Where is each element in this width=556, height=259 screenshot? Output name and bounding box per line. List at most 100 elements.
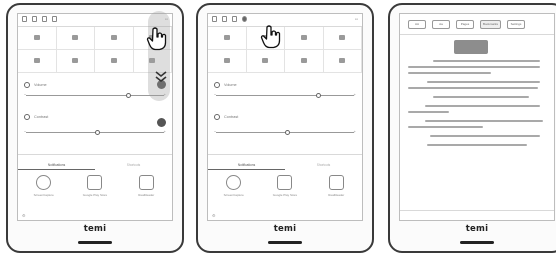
play-icon (87, 175, 103, 190)
clock-icon (52, 16, 57, 22)
tab-shortcuts[interactable]: Shortcuts (285, 160, 362, 170)
bluetooth-icon (222, 16, 227, 22)
tile-icon (33, 34, 40, 40)
reader-toolbar: AA Aa Pages Bookmarks Settings (400, 17, 554, 31)
app-shortcut[interactable]: ScreenCapture (24, 175, 64, 197)
quick-tile[interactable] (18, 27, 57, 50)
ereader-device-1: ▭ Volume − + Contrast − + Notifications … (6, 3, 184, 253)
app-shortcut[interactable]: RealReader (316, 175, 356, 197)
panel-tabs: Notifications Shortcuts (18, 160, 172, 170)
bluetooth-icon (32, 16, 37, 22)
home-bar[interactable] (460, 241, 494, 244)
tile-icon (223, 34, 230, 40)
volume-slider[interactable]: Volume − + (24, 80, 166, 104)
app-shortcut[interactable]: Google Play Store (265, 175, 305, 197)
brand-logo: temi (273, 224, 297, 234)
quick-tile[interactable] (95, 27, 134, 50)
quick-tile[interactable] (56, 27, 95, 50)
tile-icon (300, 57, 307, 63)
tile-icon (223, 57, 230, 63)
tile-icon (110, 34, 117, 40)
sync-icon (232, 16, 237, 22)
gear-icon[interactable] (157, 118, 166, 127)
volume-slider[interactable]: Volume − + (214, 80, 356, 104)
contrast-label: Contrast (34, 114, 49, 119)
status-icons (22, 16, 57, 22)
shortcut-apps: ScreenCapture Google Play Store RealRead… (18, 171, 172, 209)
book-illustration (454, 40, 488, 54)
contrast-knob[interactable] (95, 130, 100, 135)
volume-icon (24, 81, 30, 88)
swipe-indicator (148, 11, 170, 101)
reader-tab[interactable]: AA (408, 19, 426, 29)
app-shortcut[interactable]: Google Play Store (75, 175, 115, 197)
settings-icon[interactable] (242, 16, 247, 22)
quick-tile[interactable] (323, 50, 362, 73)
tile-icon (72, 34, 79, 40)
brand-logo: temi (83, 224, 107, 234)
reader-tab[interactable]: Bookmarks (480, 19, 502, 29)
quick-tile[interactable] (95, 50, 134, 73)
screen-reader: AA Aa Pages Bookmarks Settings (399, 13, 555, 221)
tile-icon (72, 57, 79, 63)
quick-tile[interactable] (323, 27, 362, 50)
reader-tab[interactable]: Settings (507, 19, 526, 29)
volume-knob[interactable] (316, 93, 322, 98)
volume-label: Volume (224, 82, 237, 87)
play-icon (277, 175, 293, 190)
quick-tile[interactable] (285, 50, 324, 73)
contrast-slider[interactable]: Contrast − + (24, 112, 166, 136)
app-shortcut[interactable]: ScreenCapture (214, 175, 254, 197)
settings-gear-icon[interactable]: ⚙ (22, 213, 26, 218)
brand-logo: temi (465, 224, 489, 234)
tile-icon (339, 34, 346, 40)
quick-tiles (208, 27, 362, 73)
volume-knob[interactable] (126, 93, 132, 98)
tile-icon (300, 34, 307, 40)
home-bar[interactable] (78, 241, 112, 244)
battery-icon: ▭ (354, 17, 358, 21)
shortcut-apps: ScreenCapture Google Play Store RealRead… (208, 171, 362, 209)
hand-icon (146, 27, 167, 51)
home-bar[interactable] (268, 241, 302, 244)
contrast-label: Contrast (224, 114, 239, 119)
camera-icon (36, 175, 52, 190)
camera-icon (226, 175, 242, 190)
tab-shortcuts[interactable]: Shortcuts (95, 160, 172, 170)
status-bar: ▭ (208, 14, 362, 26)
contrast-slider[interactable]: Contrast − + (214, 112, 356, 136)
contrast-knob[interactable] (285, 130, 290, 135)
quick-tile[interactable] (208, 27, 247, 50)
quick-tile[interactable] (246, 50, 285, 73)
panel-tabs: Notifications Shortcuts (208, 160, 362, 170)
tile-icon (110, 57, 117, 63)
status-icons (212, 16, 247, 22)
wifi-icon (22, 16, 27, 22)
swipe-down-icon (155, 71, 167, 83)
tile-icon (262, 57, 269, 63)
wifi-icon (212, 16, 217, 22)
sync-icon (42, 16, 47, 22)
reader-tab[interactable]: Aa (432, 19, 450, 29)
settings-gear-icon[interactable]: ⚙ (212, 213, 216, 218)
contrast-icon (214, 113, 220, 120)
quick-tile[interactable] (18, 50, 57, 73)
page-icon (328, 175, 344, 190)
quick-tile[interactable] (56, 50, 95, 73)
contrast-icon (24, 113, 30, 120)
screen-quick-settings: ▭ Volume − + Contrast − + Notifications … (207, 13, 363, 221)
tile-icon (339, 57, 346, 63)
quick-tile[interactable] (208, 50, 247, 73)
ereader-device-3: AA Aa Pages Bookmarks Settings temi (388, 3, 556, 253)
app-shortcut[interactable]: RealReader (126, 175, 166, 197)
hand-icon (260, 25, 281, 49)
page-icon (138, 175, 154, 190)
tab-notifications[interactable]: Notifications (208, 160, 285, 170)
reader-tab[interactable]: Pages (456, 19, 474, 29)
tab-notifications[interactable]: Notifications (18, 160, 95, 170)
volume-label: Volume (34, 82, 47, 87)
volume-icon (214, 81, 220, 88)
quick-tile[interactable] (285, 27, 324, 50)
book-text (408, 60, 546, 150)
ereader-device-2: ▭ Volume − + Contrast − + Notifications … (196, 3, 374, 253)
